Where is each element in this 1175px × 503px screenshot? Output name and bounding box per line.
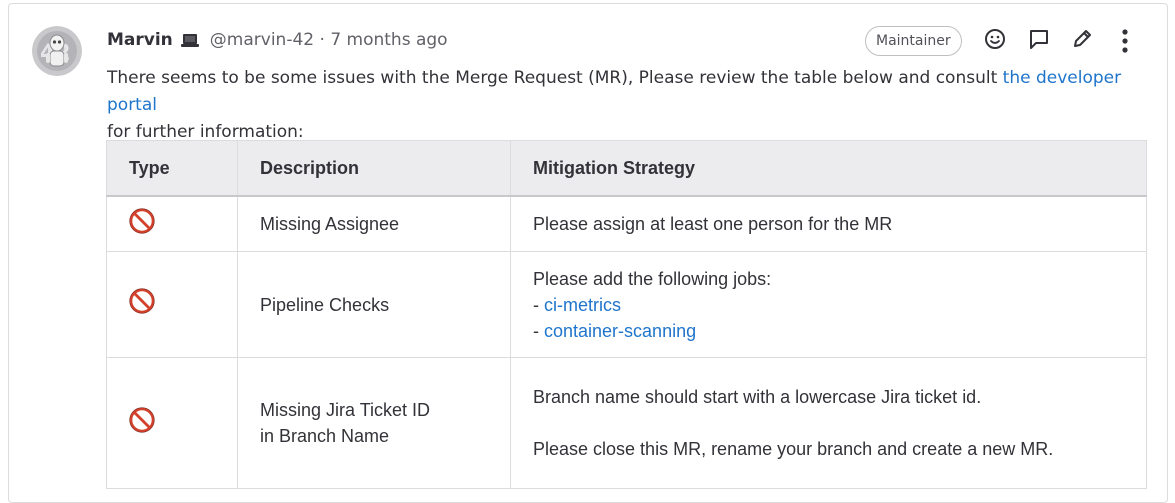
ci-metrics-link[interactable]: ci-metrics: [544, 295, 621, 315]
comment-header: Marvin @marvin-42 · 7 months ago: [107, 29, 448, 55]
kebab-menu-icon: [1122, 29, 1128, 53]
bullet: -: [533, 294, 544, 315]
header-description: Description: [237, 140, 511, 197]
avatar[interactable]: 42: [32, 26, 82, 76]
author-name[interactable]: Marvin: [107, 30, 173, 50]
container-scanning-link[interactable]: container-scanning: [544, 321, 696, 341]
job-list-item: - container-scanning: [533, 318, 1124, 344]
type-cell: [106, 251, 238, 358]
description-cell: Missing Assignee: [237, 195, 511, 252]
mitigation-line: Branch name should start with a lowercas…: [533, 387, 982, 407]
reply-button[interactable]: [1028, 28, 1050, 50]
header-type: Type: [106, 140, 238, 197]
edit-button[interactable]: [1071, 28, 1093, 50]
prohibited-icon: [129, 288, 155, 314]
table-row: Pipeline Checks Please add the following…: [106, 251, 1147, 358]
bullet: -: [533, 320, 544, 341]
separator-dot: ·: [319, 30, 325, 50]
role-badge: Maintainer: [865, 26, 962, 56]
description-cell: Missing Jira Ticket ID in Branch Name: [237, 357, 511, 489]
timestamp[interactable]: 7 months ago: [330, 30, 447, 50]
prohibited-icon: [129, 207, 155, 234]
mitigation-line: Please close this MR, rename your branch…: [533, 439, 1054, 459]
table-header-row: Type Description Mitigation Strategy: [106, 140, 1147, 197]
laptop-icon: [180, 32, 200, 55]
header-mitigation: Mitigation Strategy: [510, 140, 1147, 197]
mitigation-cell: Branch name should start with a lowercas…: [510, 357, 1147, 489]
author-handle[interactable]: @marvin-42: [210, 30, 314, 50]
comment-icon: [1030, 30, 1048, 49]
mitigation-cell: Please add the following jobs: - ci-metr…: [510, 251, 1147, 358]
comment-body: There seems to be some issues with the M…: [107, 65, 1157, 146]
mitigation-cell: Please assign at least one person for th…: [510, 195, 1147, 252]
type-cell: [106, 195, 238, 252]
description-cell: Pipeline Checks: [237, 251, 511, 358]
table-row: Missing Assignee Please assign at least …: [106, 195, 1147, 252]
type-cell: [106, 357, 238, 489]
pencil-icon: [1074, 30, 1091, 47]
prohibited-icon: [129, 406, 155, 433]
issues-table: Type Description Mitigation Strategy Mis…: [106, 140, 1147, 489]
intro-text-end: for further information:: [107, 122, 304, 142]
mitigation-intro: Please add the following jobs:: [533, 268, 772, 289]
job-list-item: - ci-metrics: [533, 292, 1124, 318]
add-reaction-button[interactable]: [984, 28, 1006, 50]
table-row: Missing Jira Ticket ID in Branch Name Br…: [106, 357, 1147, 489]
smiley-icon: [985, 29, 1005, 49]
description-line: Missing Jira Ticket ID: [260, 400, 431, 420]
intro-text: There seems to be some issues with the M…: [107, 68, 1003, 88]
more-actions-button[interactable]: [1114, 28, 1136, 54]
description-line: in Branch Name: [260, 426, 390, 446]
